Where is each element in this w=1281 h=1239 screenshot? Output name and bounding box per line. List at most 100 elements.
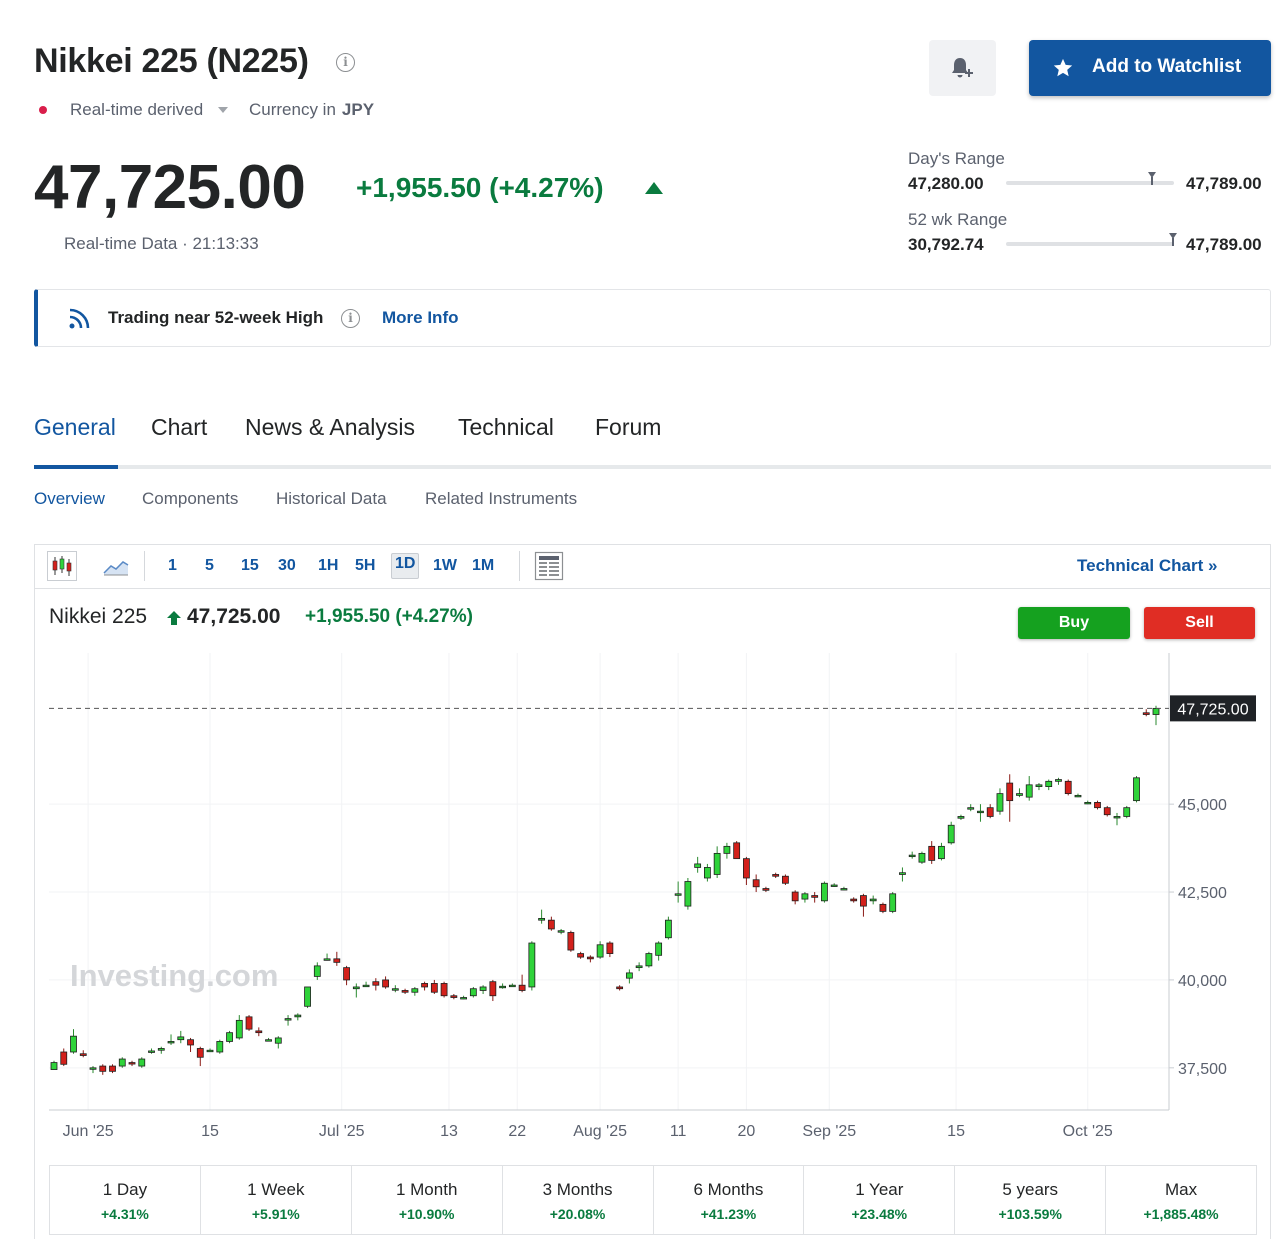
realtime-derived-dropdown[interactable]: Real-time derived: [70, 100, 203, 120]
more-info-link[interactable]: More Info: [382, 308, 459, 328]
performance-value: +4.31%: [101, 1206, 149, 1222]
candle-body: [265, 1039, 272, 1042]
candle-body: [109, 1065, 116, 1072]
performance-period: Max: [1165, 1180, 1198, 1199]
performance-cell[interactable]: 5 years +103.59%: [955, 1166, 1107, 1234]
candle-body: [235, 1019, 243, 1039]
performance-value: +23.48%: [851, 1206, 908, 1222]
performance-cell[interactable]: Max +1,885.48%: [1106, 1166, 1256, 1234]
price-change: +1,955.50 (+4.27%): [356, 172, 604, 203]
add-to-watchlist-button[interactable]: Add to Watchlist: [1029, 40, 1271, 96]
subtab-related-instruments[interactable]: Related Instruments: [425, 489, 577, 509]
tab-chart[interactable]: Chart: [151, 414, 207, 461]
price-alert-button[interactable]: [929, 40, 996, 96]
watchlist-label: Add to Watchlist: [1092, 56, 1242, 77]
tab-news-analysis[interactable]: News & Analysis: [245, 414, 415, 461]
candle-body: [801, 893, 809, 900]
candle-body: [645, 953, 653, 967]
candle-body: [372, 981, 380, 986]
candle-body: [1123, 807, 1131, 817]
wk52-range-bar: [1006, 242, 1174, 246]
page-title: Nikkei 225 (N225): [34, 42, 309, 80]
candlestick-chart[interactable]: Investing.com 37,500 40,000 42,500 45,000 Jun…: [35, 545, 1272, 1165]
candle-body: [362, 984, 370, 988]
subtab-historical-data[interactable]: Historical Data: [276, 489, 387, 509]
last-price-label: 47,725.00: [1177, 701, 1248, 718]
currency-code: JPY: [341, 100, 375, 119]
candle-body: [450, 995, 458, 998]
candle-body: [294, 1014, 302, 1018]
candle-body: [70, 1035, 77, 1053]
tab-forum[interactable]: Forum: [595, 414, 661, 461]
candle-body: [333, 958, 341, 963]
candle-body: [89, 1067, 97, 1070]
candle-body: [1094, 802, 1101, 809]
performance-cell[interactable]: 1 Month +10.90%: [352, 1166, 503, 1234]
x-tick-label: 22: [508, 1123, 526, 1140]
candle-body: [499, 985, 507, 989]
tab-general[interactable]: General: [34, 414, 116, 461]
candle-body: [1025, 784, 1033, 798]
candle-body: [79, 1053, 87, 1056]
candle-body: [791, 891, 799, 902]
candle-body: [469, 988, 477, 997]
last-price: 47,725.00: [34, 153, 306, 222]
candle-body: [577, 953, 585, 958]
candle-body: [128, 1062, 136, 1065]
performance-cell[interactable]: 1 Week +5.91%: [201, 1166, 352, 1234]
candle-body: [743, 858, 750, 879]
performance-period: 5 years: [1002, 1180, 1059, 1199]
candle-body: [538, 918, 546, 921]
candle-body: [430, 983, 438, 993]
subtab-overview[interactable]: Overview: [34, 489, 105, 509]
candle-body: [567, 932, 575, 951]
candle-body: [1074, 794, 1082, 798]
info-icon[interactable]: i: [336, 53, 355, 72]
performance-cell[interactable]: 1 Day +4.31%: [50, 1166, 201, 1234]
candle-body: [703, 867, 711, 879]
candle-body: [850, 898, 858, 902]
candle-body: [752, 879, 760, 888]
candle-body: [343, 967, 350, 981]
days-range-bar: [1006, 181, 1174, 185]
candle-body: [323, 958, 331, 961]
x-tick-label: Jun '25: [63, 1123, 114, 1140]
candle-body: [167, 1041, 175, 1044]
active-tab-indicator: [34, 465, 118, 469]
performance-cell[interactable]: 6 Months +41.23%: [654, 1166, 805, 1234]
candle-body: [489, 981, 497, 997]
candle-body: [1133, 777, 1140, 802]
y-tick-label: 40,000: [1178, 973, 1227, 990]
candle-body: [840, 888, 848, 891]
candle-body: [460, 997, 467, 1000]
candle-body: [723, 845, 731, 854]
x-tick-label: 15: [201, 1123, 219, 1140]
candle-body: [782, 875, 789, 884]
subtab-components[interactable]: Components: [142, 489, 238, 509]
candle-body: [138, 1058, 146, 1067]
watermark: Investing.com: [70, 958, 278, 993]
x-tick-label: Jul '25: [319, 1123, 365, 1140]
tab-technical[interactable]: Technical: [458, 414, 554, 461]
currency-label: Currency in JPY: [249, 100, 374, 120]
candle-body: [1152, 707, 1160, 715]
performance-cell[interactable]: 1 Year +23.48%: [804, 1166, 956, 1234]
candle-body: [1142, 712, 1150, 715]
candle-body: [177, 1036, 185, 1041]
candle-body: [284, 1018, 292, 1021]
candle-body: [762, 888, 770, 891]
x-tick-label: 13: [440, 1123, 458, 1140]
candle-body: [245, 1016, 253, 1030]
info-icon[interactable]: i: [341, 309, 360, 328]
wk52-range-tick: [1172, 238, 1175, 246]
days-range-high: 47,789.00: [1186, 174, 1262, 193]
performance-period: 1 Week: [247, 1180, 305, 1199]
candle-body: [255, 1030, 263, 1034]
candle-body: [694, 863, 702, 868]
candle-body: [635, 965, 643, 969]
performance-cell[interactable]: 3 Months +20.08%: [503, 1166, 654, 1234]
caret-down-icon[interactable]: [218, 107, 228, 113]
x-tick-label: Sep '25: [802, 1123, 856, 1140]
x-tick-label: 15: [947, 1123, 965, 1140]
candle-body: [860, 895, 867, 907]
